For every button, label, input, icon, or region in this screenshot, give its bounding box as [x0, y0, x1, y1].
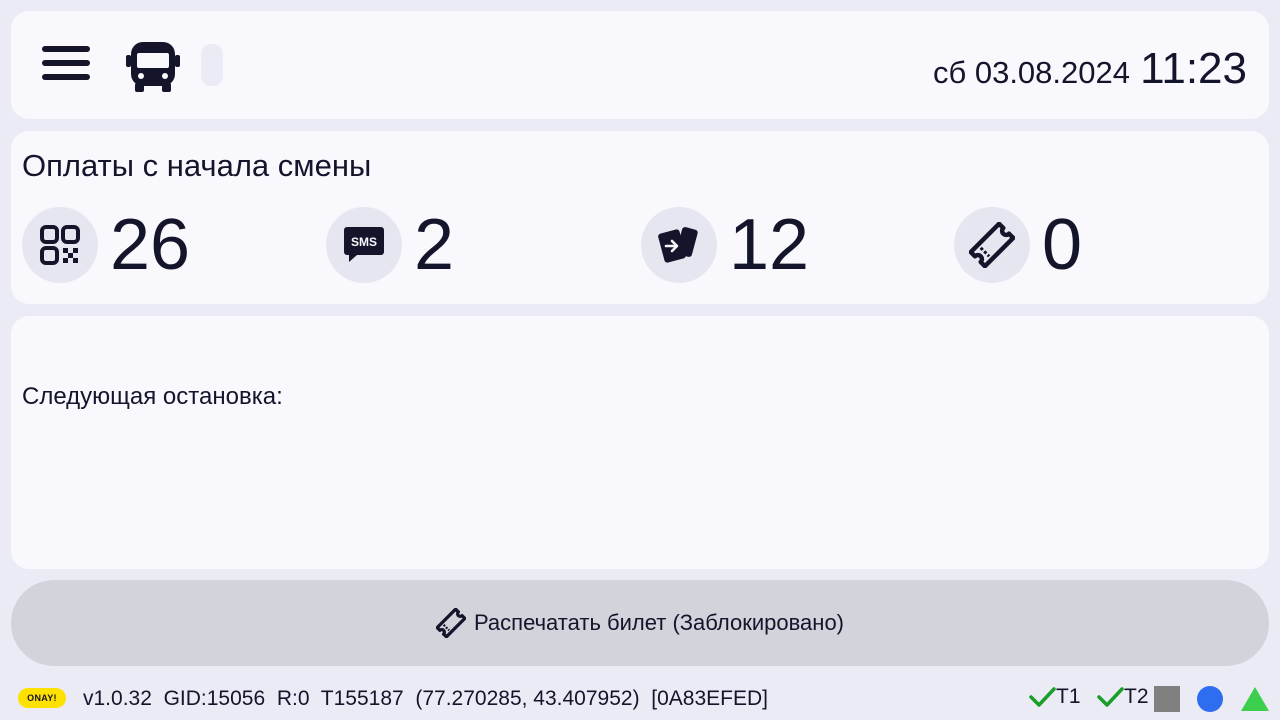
status-bar: ONAY! v1.0.32 GID:15056 R:0 T155187 (77.… — [0, 680, 1280, 720]
card-payment-icon — [658, 227, 698, 263]
sms-count: 2 — [414, 205, 455, 285]
terminal-label: T155187 — [320, 687, 404, 710]
time-label: 11:23 — [1140, 44, 1247, 93]
sms-icon: SMS — [344, 227, 384, 262]
version-label: v1.0.32 — [83, 687, 152, 710]
t1-indicator: T1 — [1028, 685, 1081, 709]
status-pill — [201, 44, 223, 86]
onay-logo: ONAY! — [18, 688, 66, 708]
green-triangle-indicator — [1241, 687, 1269, 711]
bus-icon — [126, 42, 180, 92]
stat-ticket: 0 — [954, 207, 1082, 283]
t2-label: T2 — [1124, 685, 1149, 708]
qr-code-icon — [40, 225, 80, 265]
r-label: R:0 — [276, 687, 310, 710]
payments-card: Оплаты с начала смены 26 SMS 2 12 0 — [11, 131, 1269, 304]
blue-circle-indicator — [1197, 686, 1223, 712]
stat-card: 12 — [641, 207, 809, 283]
t1-label: T1 — [1056, 685, 1081, 708]
card-count: 12 — [729, 205, 810, 285]
device-info: v1.0.32 GID:15056 R:0 T155187 (77.270285… — [83, 687, 768, 711]
next-stop-label: Следующая остановка: — [22, 383, 283, 410]
hamburger-menu-icon[interactable] — [42, 46, 90, 84]
check-icon — [1097, 687, 1124, 707]
ticket-count: 0 — [1042, 205, 1083, 285]
stat-sms: SMS 2 — [326, 207, 454, 283]
payments-title: Оплаты с начала смены — [22, 148, 372, 183]
gid-label: GID:15056 — [163, 687, 266, 710]
device-id-label: [0A83EFED] — [651, 687, 768, 710]
qr-count: 26 — [110, 205, 191, 285]
ticket-icon — [435, 608, 466, 638]
next-stop-card: Следующая остановка: — [11, 316, 1269, 569]
gray-square-indicator — [1154, 686, 1180, 712]
coords-label: (77.270285, 43.407952) — [415, 687, 640, 710]
stat-qr: 26 — [22, 207, 190, 283]
date-label: сб 03.08.2024 — [932, 55, 1130, 90]
print-ticket-button[interactable]: Распечатать билет (Заблокировано) — [11, 580, 1269, 666]
t2-indicator: T2 — [1096, 685, 1149, 709]
print-ticket-label: Распечатать билет (Заблокировано) — [473, 610, 844, 635]
header-bar: сб 03.08.2024 11:23 — [11, 11, 1269, 119]
check-icon — [1029, 687, 1056, 707]
svg-text:SMS: SMS — [351, 235, 377, 249]
ticket-icon — [969, 222, 1015, 268]
